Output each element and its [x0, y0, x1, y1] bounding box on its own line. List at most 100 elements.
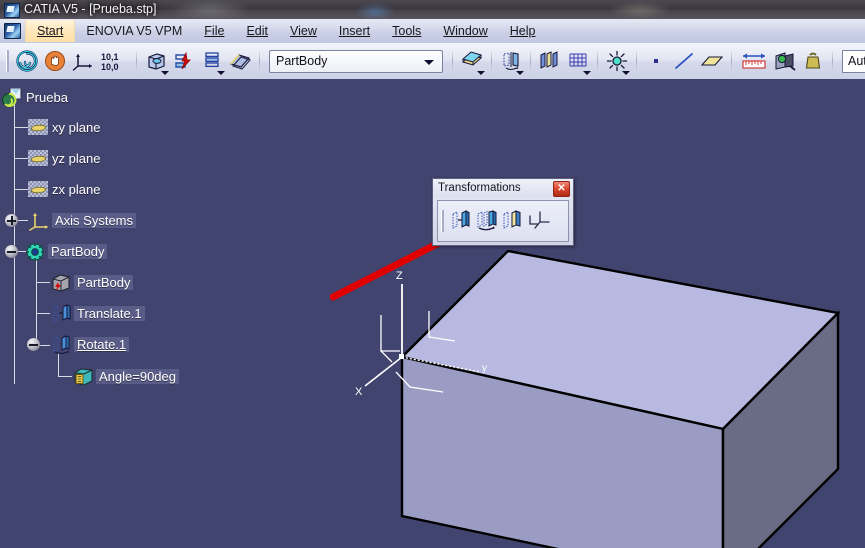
tree-expander-partbody[interactable] [5, 245, 18, 258]
toolbar-separator [731, 49, 732, 73]
3d-viewport[interactable]: Z X y Prueba xy plane yz plane zx plane … [0, 79, 865, 548]
menu-start[interactable]: Start [25, 20, 76, 42]
swept-volume-icon[interactable] [13, 46, 41, 76]
toolbar-separator [530, 49, 531, 73]
chevron-down-icon[interactable] [424, 59, 434, 65]
tree-label-axis-systems: Axis Systems [52, 212, 137, 228]
translation-button[interactable] [448, 205, 474, 237]
symmetry-button[interactable] [500, 205, 526, 237]
menu-file[interactable]: File [193, 20, 235, 42]
toolbar-separator [832, 49, 833, 73]
window-title-bar: CATIA V5 - [Prueba.stp] [0, 0, 865, 19]
menu-view[interactable]: View [279, 20, 328, 42]
angle-param-icon [72, 367, 93, 386]
tree-node-root[interactable]: Prueba [2, 87, 68, 107]
chevron-down-icon[interactable] [477, 71, 485, 75]
menu-edit[interactable]: Edit [235, 20, 279, 42]
tree-node-xy-plane[interactable]: xy plane [28, 117, 100, 137]
tree-label-partbody-container: PartBody [48, 243, 108, 259]
clash-hand-icon[interactable] [41, 46, 69, 76]
surface-sheet-icon[interactable] [226, 46, 254, 76]
chevron-down-icon[interactable] [583, 71, 591, 75]
menu-bar: Start ENOVIA V5 VPM File Edit View Inser… [0, 19, 865, 44]
tree-node-angle-param[interactable]: Angle=90deg [72, 366, 179, 386]
solid-body-icon [50, 273, 70, 292]
tree-connector [58, 353, 59, 376]
measure-between-icon[interactable] [737, 46, 771, 76]
tree-label-root: Prueba [26, 89, 68, 105]
menu-window[interactable]: Window [432, 20, 498, 42]
tree-node-yz-plane[interactable]: yz plane [28, 148, 100, 168]
weight-icon[interactable] [799, 46, 827, 76]
menu-help[interactable]: Help [499, 20, 547, 42]
transformations-toolbar[interactable]: Transformations ✕ [432, 178, 574, 246]
layers-stack-icon[interactable] [458, 46, 486, 76]
tree-node-translate[interactable]: Translate.1 [50, 303, 145, 323]
svg-text:10,0: 10,0 [101, 62, 119, 72]
tree-label-rotate: Rotate.1 [74, 336, 130, 352]
menu-enovia[interactable]: ENOVIA V5 VPM [75, 20, 193, 42]
partbody-gear-icon [24, 242, 44, 261]
tree-expander-axis-systems[interactable] [5, 214, 18, 227]
transformations-title-bar[interactable]: Transformations ✕ [433, 179, 573, 197]
list-order-icon[interactable] [198, 46, 226, 76]
main-toolbar: 10,1 10,0 PartBody Aut [0, 43, 865, 80]
chevron-down-icon[interactable] [161, 71, 169, 75]
toolbar-separator [491, 49, 492, 73]
product-root-icon [2, 87, 22, 107]
measure-coordinates-icon[interactable]: 10,1 10,0 [97, 46, 131, 76]
specification-tree[interactable]: Prueba xy plane yz plane zx plane Axis S… [0, 79, 250, 548]
plane-icon[interactable] [698, 46, 726, 76]
partbody-combo[interactable]: PartBody [269, 49, 443, 73]
rotation-button[interactable] [474, 205, 500, 237]
catia-app-icon [4, 3, 20, 18]
toolbar-separator [136, 49, 137, 73]
axis-system-icon [28, 211, 48, 231]
camera-icon[interactable] [771, 46, 799, 76]
solid-extrude-icon[interactable] [142, 46, 170, 76]
point-icon[interactable] [642, 46, 670, 76]
close-icon[interactable]: ✕ [553, 181, 570, 197]
auto-field-value: Aut [848, 54, 865, 68]
tree-connector [14, 158, 28, 159]
line-icon[interactable] [670, 46, 698, 76]
tree-node-axis-systems[interactable]: Axis Systems [28, 210, 137, 231]
transformations-title: Transformations [438, 182, 521, 194]
menu-tools[interactable]: Tools [381, 20, 432, 42]
tree-connector [36, 313, 50, 314]
tree-node-rotate[interactable]: Rotate.1 [50, 334, 130, 355]
chevron-down-icon[interactable] [217, 71, 225, 75]
tree-node-zx-plane[interactable]: zx plane [28, 179, 100, 199]
transformations-grip[interactable] [441, 210, 444, 232]
plane-icon [28, 181, 48, 197]
pattern-icon[interactable] [536, 46, 564, 76]
grid-icon[interactable] [564, 46, 592, 76]
transformations-button-row [437, 200, 569, 242]
translate-icon [50, 304, 71, 322]
tree-connector [36, 259, 37, 349]
apply-material-icon[interactable] [603, 46, 631, 76]
tree-node-partbody-container[interactable]: PartBody [24, 241, 108, 261]
plane-icon [28, 150, 48, 166]
menu-insert[interactable]: Insert [328, 20, 381, 42]
axis-to-axis-button[interactable] [526, 205, 552, 237]
toolbar-grip[interactable] [6, 50, 9, 72]
mirror-icon[interactable] [497, 46, 525, 76]
update-all-icon[interactable] [170, 46, 198, 76]
window-title: CATIA V5 - [Prueba.stp] [24, 2, 157, 16]
tree-node-partbody-solid[interactable]: PartBody [50, 272, 134, 292]
tree-label-yz-plane: yz plane [52, 150, 101, 166]
catia-application-window: CATIA V5 - [Prueba.stp] Start ENOVIA V5 … [0, 0, 865, 548]
rotate-icon [50, 335, 70, 355]
chevron-down-icon[interactable] [622, 71, 630, 75]
tree-label-xy-plane: xy plane [52, 119, 101, 135]
tree-connector [36, 282, 50, 283]
auto-field[interactable]: Aut [842, 49, 865, 73]
tree-expander-rotate[interactable] [27, 338, 40, 351]
axis-system-icon[interactable] [69, 46, 97, 76]
chevron-down-icon[interactable] [516, 71, 524, 75]
toolbar-separator [636, 49, 637, 73]
plane-icon [28, 119, 48, 135]
menubar-app-icon[interactable] [4, 23, 21, 39]
toolbar-separator [452, 49, 453, 73]
